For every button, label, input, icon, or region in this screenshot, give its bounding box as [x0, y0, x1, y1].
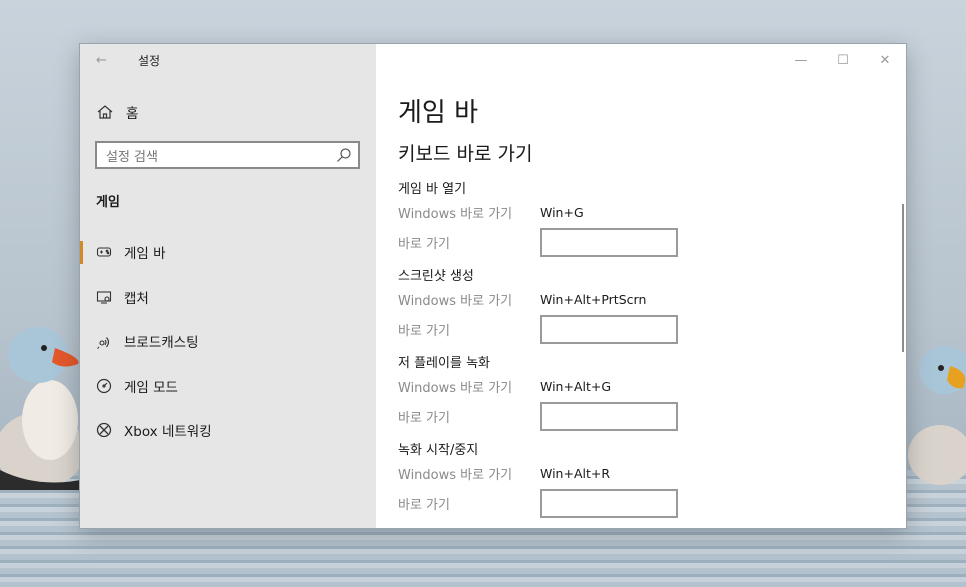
sidebar-item-game-mode[interactable]: 게임 모드 [80, 364, 376, 409]
custom-shortcut-input[interactable] [540, 227, 678, 257]
custom-shortcut-input[interactable] [540, 314, 678, 344]
shortcut-group-name: 저 플레이를 녹화 [398, 356, 490, 371]
section-subtitle: 키보드 바로 가기 [398, 143, 533, 165]
sidebar-item-game-bar[interactable]: 게임 바 [80, 230, 376, 275]
broadcast-icon [96, 333, 112, 350]
custom-shortcut-label: 바로 가기 [398, 323, 450, 339]
capture-icon [96, 289, 112, 305]
shortcut-group-name: 게임 바 열기 [398, 182, 467, 197]
xbox-icon [96, 422, 112, 438]
wallpaper-duck-right [905, 330, 966, 490]
sidebar-item-label: Xbox 네트워킹 [124, 424, 212, 441]
game-bar-icon [96, 244, 112, 260]
close-icon: ✕ [879, 52, 891, 68]
back-arrow-icon[interactable]: ← [96, 53, 112, 68]
sidebar-item-label: 캡처 [124, 290, 149, 307]
wallpaper-duck-left [0, 300, 90, 490]
sidebar-item-label: 브로드캐스팅 [124, 335, 199, 352]
section-title-gaming: 게임 [96, 195, 120, 210]
windows-shortcut-label: Windows 바로 가기 [398, 380, 513, 396]
windows-shortcut-row: Windows 바로 가기 Win+Alt+G [398, 374, 718, 398]
custom-shortcut-row: 바로 가기 [398, 313, 718, 345]
sidebar-item-label: 게임 모드 [124, 379, 178, 396]
settings-search-input[interactable]: 설정 검색 [95, 141, 360, 169]
minimize-button[interactable]: — [780, 44, 822, 76]
search-icon[interactable] [336, 147, 352, 163]
search-placeholder: 설정 검색 [106, 149, 158, 165]
sidebar-item-xbox-networking[interactable]: Xbox 네트워킹 [80, 408, 376, 453]
window-controls: — ☐ ✕ [780, 44, 906, 76]
windows-shortcut-row: Windows 바로 가기 Win+Alt+R [398, 461, 718, 485]
custom-shortcut-row: 바로 가기 [398, 487, 718, 519]
window-title: 설정 [138, 53, 161, 68]
windows-shortcut-row: Windows 바로 가기 Win+G [398, 200, 718, 224]
windows-shortcut-label: Windows 바로 가기 [398, 293, 513, 309]
windows-shortcut-value: Win+Alt+R [540, 465, 611, 481]
maximize-icon: ☐ [837, 52, 849, 68]
custom-shortcut-label: 바로 가기 [398, 410, 450, 426]
title-bar: ← 설정 [96, 52, 160, 68]
windows-shortcut-value: Win+Alt+PrtScrn [540, 291, 647, 307]
windows-shortcut-value: Win+G [540, 204, 584, 220]
windows-shortcut-row: Windows 바로 가기 Win+Alt+PrtScrn [398, 287, 718, 311]
sidebar-item-broadcasting[interactable]: 브로드캐스팅 [80, 319, 376, 364]
sidebar-nav: 게임 바 캡처 브로드캐스팅 게임 모드 Xbox 네트워킹 [80, 230, 376, 453]
home-icon [96, 103, 114, 121]
custom-shortcut-label: 바로 가기 [398, 236, 450, 252]
content-scrollbar[interactable] [902, 204, 904, 352]
home-label: 홈 [126, 106, 139, 122]
minimize-icon: — [794, 52, 808, 68]
sidebar-item-capture[interactable]: 캡처 [80, 275, 376, 320]
maximize-button[interactable]: ☐ [822, 44, 864, 76]
close-button[interactable]: ✕ [864, 44, 906, 76]
windows-shortcut-label: Windows 바로 가기 [398, 206, 513, 222]
shortcut-group-name: 녹화 시작/중지 [398, 443, 479, 458]
windows-shortcut-value: Win+Alt+G [540, 378, 612, 394]
custom-shortcut-input[interactable] [540, 488, 678, 518]
custom-shortcut-input[interactable] [540, 401, 678, 431]
custom-shortcut-row: 바로 가기 [398, 226, 718, 258]
shortcut-group-start-stop-recording: 녹화 시작/중지 Windows 바로 가기 Win+Alt+R 바로 가기 [398, 441, 718, 519]
sidebar: ← 설정 홈 설정 검색 게임 게임 바 캡처 브로드캐스팅 게임 모드 Xbo… [80, 44, 376, 528]
content-pane: — ☐ ✕ 게임 바 키보드 바로 가기 게임 바 열기 Windows 바로 … [376, 44, 906, 528]
shortcut-group-open-game-bar: 게임 바 열기 Windows 바로 가기 Win+G 바로 가기 [398, 180, 718, 258]
custom-shortcut-row: 바로 가기 [398, 400, 718, 432]
custom-shortcut-label: 바로 가기 [398, 497, 450, 513]
sidebar-item-label: 게임 바 [124, 246, 166, 263]
shortcut-group-record-that: 저 플레이를 녹화 Windows 바로 가기 Win+Alt+G 바로 가기 [398, 354, 718, 432]
settings-window: ← 설정 홈 설정 검색 게임 게임 바 캡처 브로드캐스팅 게임 모드 Xbo… [80, 44, 906, 528]
shortcut-group-name: 스크린샷 생성 [398, 269, 474, 284]
windows-shortcut-label: Windows 바로 가기 [398, 467, 513, 483]
game-mode-icon [96, 378, 112, 394]
shortcut-group-screenshot: 스크린샷 생성 Windows 바로 가기 Win+Alt+PrtScrn 바로… [398, 267, 718, 345]
page-title: 게임 바 [398, 98, 479, 128]
home-link[interactable]: 홈 [96, 102, 138, 122]
